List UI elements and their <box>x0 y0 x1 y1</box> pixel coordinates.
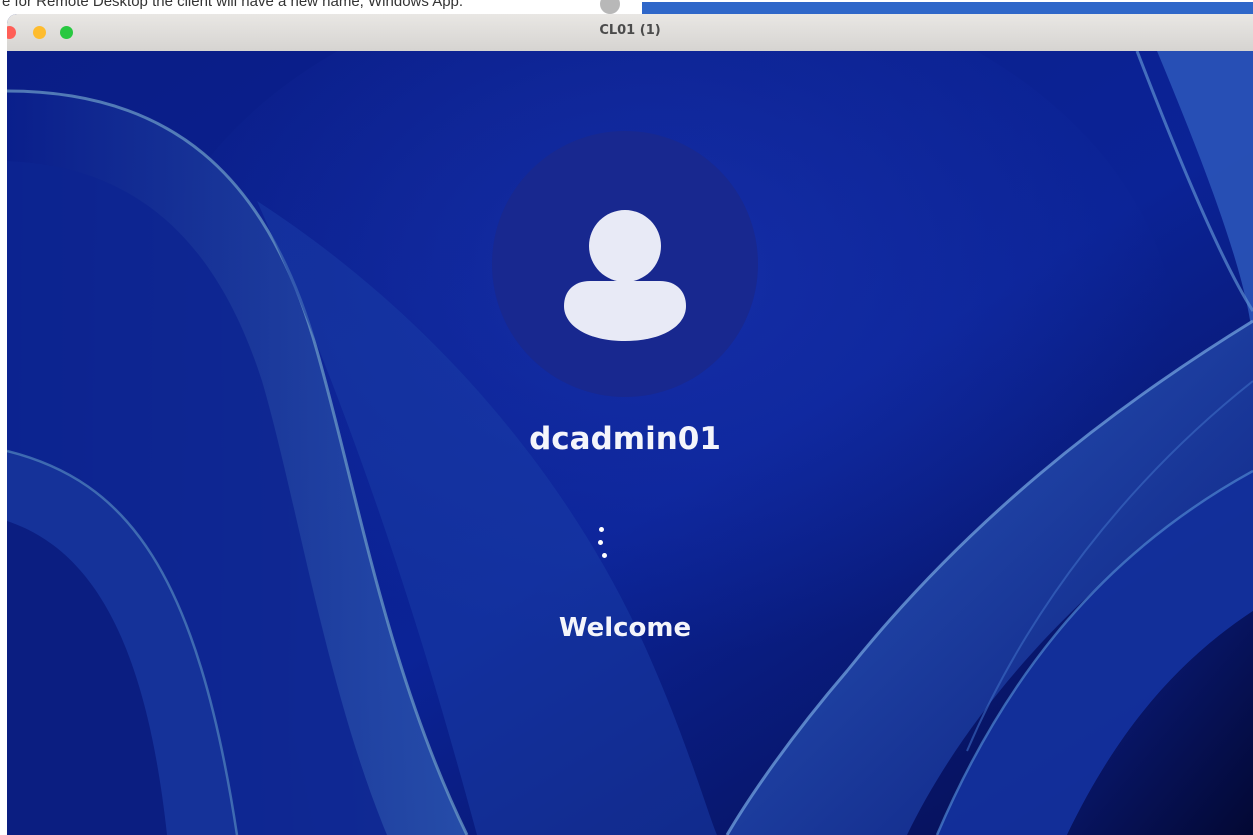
windows-login-screen[interactable]: dcadmin01 Welcome <box>7 51 1253 835</box>
remote-desktop-window: CL01 (1) dcadmin01 Welcome <box>7 14 1253 835</box>
background-app-window: e for Remote Desktop the client will hav… <box>0 0 1253 14</box>
background-close-icon[interactable] <box>600 0 620 14</box>
username-label: dcadmin01 <box>529 421 721 457</box>
loading-dots-icon <box>592 525 616 565</box>
window-title: CL01 (1) <box>599 23 661 38</box>
background-blue-bar <box>642 2 1253 14</box>
welcome-status: Welcome <box>558 613 692 643</box>
title-bar[interactable]: CL01 (1) <box>7 14 1253 52</box>
user-avatar <box>492 131 758 397</box>
background-window-text: e for Remote Desktop the client will hav… <box>2 0 464 10</box>
person-icon <box>564 210 686 341</box>
